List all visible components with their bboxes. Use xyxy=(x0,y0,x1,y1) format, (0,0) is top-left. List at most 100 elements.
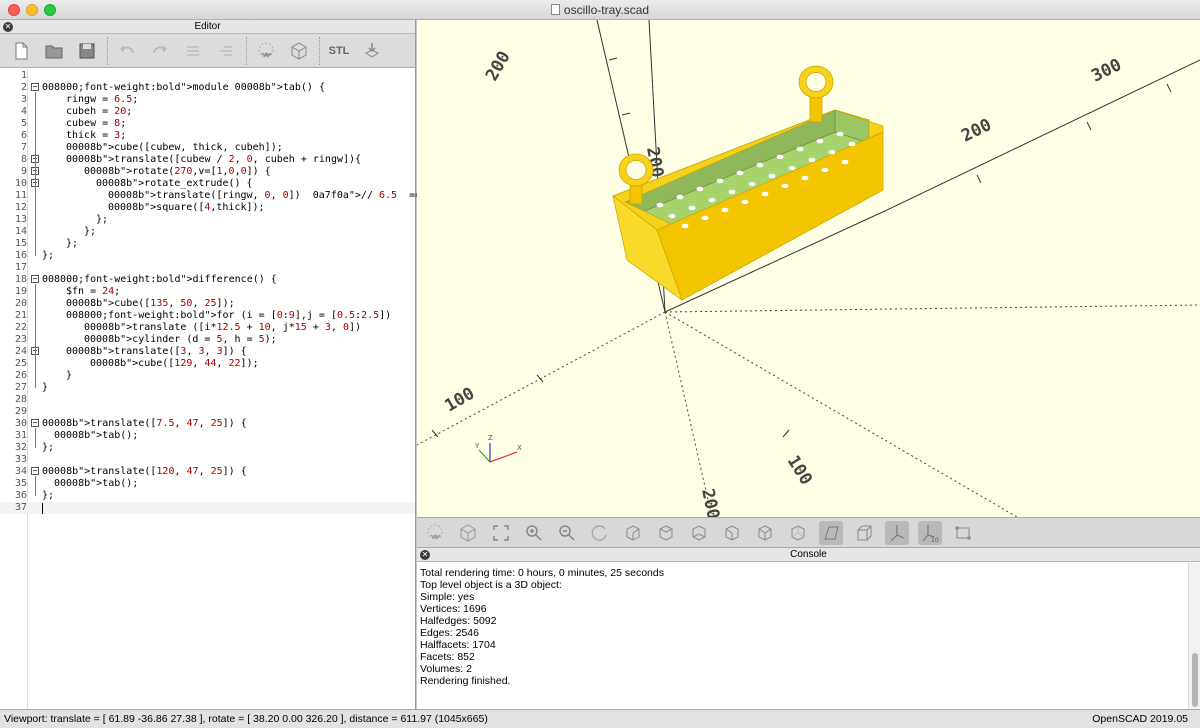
code-text: 00008b">translate([cubew / 2, 0, cubeh +… xyxy=(66,154,362,165)
line-number: 15 xyxy=(14,238,27,249)
view-front-button[interactable] xyxy=(753,521,777,545)
fold-toggle-icon[interactable]: − xyxy=(31,467,39,475)
redo-button[interactable] xyxy=(147,38,173,64)
editor-toolbar: STL xyxy=(0,34,415,68)
code-line[interactable]: 17 xyxy=(0,262,415,274)
save-file-button[interactable] xyxy=(74,38,100,64)
send-to-print-button[interactable] xyxy=(359,38,385,64)
new-file-button[interactable] xyxy=(8,38,34,64)
code-line[interactable]: 32}; xyxy=(0,442,415,454)
axis-line xyxy=(886,59,1200,211)
line-number: 34 xyxy=(14,466,27,477)
console-line: Volumes: 2 xyxy=(420,663,472,675)
view-render-button[interactable] xyxy=(456,521,480,545)
zoom-in-button[interactable] xyxy=(522,521,546,545)
code-line[interactable]: 20 00008b">cube([135, 50, 25]); xyxy=(0,298,415,310)
export-stl-button[interactable]: STL xyxy=(326,38,352,64)
code-line[interactable]: 12 00008b">square([4,thick]); xyxy=(0,202,415,214)
code-text: ringw = 6.5; xyxy=(66,94,139,105)
code-line[interactable]: 2−008000;font-weight:bold">module 00008b… xyxy=(0,82,415,94)
zoom-out-button[interactable] xyxy=(555,521,579,545)
cube-bottom-icon xyxy=(692,524,706,541)
code-line[interactable]: 3 ringw = 6.5; xyxy=(0,94,415,106)
preview-button[interactable] xyxy=(253,38,279,64)
view-top-button[interactable] xyxy=(654,521,678,545)
axis-tick xyxy=(621,112,631,116)
orthogonal-button[interactable] xyxy=(852,521,876,545)
code-line[interactable]: 1 xyxy=(0,70,415,82)
viewport-status: Viewport: translate = [ 61.89 -36.86 27.… xyxy=(4,713,488,725)
code-line[interactable]: 33 xyxy=(0,454,415,466)
code-line[interactable]: 19 $fn = 24; xyxy=(0,286,415,298)
console-close-icon[interactable]: ✕ xyxy=(420,550,430,560)
show-edges-button[interactable] xyxy=(951,521,975,545)
code-line[interactable]: 31 00008b">tab(); xyxy=(0,430,415,442)
fold-toggle-icon[interactable]: − xyxy=(31,83,39,91)
code-line[interactable]: 35 00008b">tab(); xyxy=(0,478,415,490)
view-left-button[interactable] xyxy=(720,521,744,545)
code-line[interactable]: 9−00008b">rotate(270,v=[1,0,0]) { xyxy=(0,166,415,178)
code-line[interactable]: 30−00008b">translate([7.5, 47, 25]) { xyxy=(0,418,415,430)
code-line[interactable]: 13}; xyxy=(0,214,415,226)
code-text: 00008b">translate([3, 3, 3]) { xyxy=(66,346,247,357)
code-line[interactable]: 4 cubeh = 20; xyxy=(0,106,415,118)
viewport-scene: 200 300 200 100 100 200 200 YZX xyxy=(417,20,1200,517)
perspective-button[interactable] xyxy=(819,520,843,545)
code-line[interactable]: 10−00008b">rotate_extrude() { xyxy=(0,178,415,190)
editor-header: ✕ Editor xyxy=(0,20,415,34)
3d-viewport[interactable]: 200 300 200 100 100 200 200 Y Z X xyxy=(417,20,1200,517)
console-scroll-thumb[interactable] xyxy=(1192,653,1198,707)
console-scrollbar[interactable] xyxy=(1188,563,1200,709)
view-all-button[interactable] xyxy=(489,521,513,545)
code-line[interactable]: 21 008000;font-weight:bold">for (i = [0:9… xyxy=(0,310,415,322)
unindent-button[interactable] xyxy=(180,38,206,64)
code-line[interactable]: 27} xyxy=(0,382,415,394)
editor-title: Editor xyxy=(194,21,221,32)
code-line[interactable]: 15}; xyxy=(0,238,415,250)
perspective-icon xyxy=(824,526,839,539)
code-text: 00008b">square([4,thick]); xyxy=(108,202,265,213)
console-line: Edges: 2546 xyxy=(420,627,479,639)
render-button[interactable] xyxy=(286,38,312,64)
view-bottom-button[interactable] xyxy=(687,521,711,545)
code-line[interactable]: 34−00008b">translate([120, 47, 25]) { xyxy=(0,466,415,478)
indent-button[interactable] xyxy=(213,38,239,64)
code-line[interactable]: 22 00008b">translate ([i*12.5 + 10, j*15 … xyxy=(0,322,415,334)
show-axes-button[interactable] xyxy=(885,520,909,545)
console-line: Halfedges: 5092 xyxy=(420,615,497,627)
code-line[interactable]: 28 xyxy=(0,394,415,406)
editor-close-icon[interactable]: ✕ xyxy=(3,22,13,32)
code-line[interactable]: 26} xyxy=(0,370,415,382)
undo-button[interactable] xyxy=(114,38,140,64)
code-line[interactable]: 37 xyxy=(0,502,415,514)
fold-toggle-icon[interactable]: − xyxy=(31,275,39,283)
code-editor[interactable]: 1 2−008000;font-weight:bold">module 00008… xyxy=(0,69,530,709)
code-line[interactable]: 24−00008b">translate([3, 3, 3]) { xyxy=(0,346,415,358)
view-back-button[interactable] xyxy=(786,521,810,545)
axis-tick xyxy=(1086,121,1092,131)
line-number: 37 xyxy=(14,502,27,513)
show-scale-markers-button[interactable]: 10 xyxy=(918,520,942,545)
view-preview-button[interactable] xyxy=(423,521,447,545)
line-number: 2 xyxy=(20,82,27,93)
code-line[interactable]: 14}; xyxy=(0,226,415,238)
code-line[interactable]: 29 xyxy=(0,406,415,418)
code-line[interactable]: 7 00008b">cube([cubew, thick, cubeh]); xyxy=(0,142,415,154)
cube-front-icon xyxy=(758,524,772,541)
code-line[interactable]: 36}; xyxy=(0,490,415,502)
code-line[interactable]: 25 00008b">cube([129, 44, 22]); xyxy=(0,358,415,370)
axis-tick xyxy=(431,429,439,438)
view-right-button[interactable] xyxy=(621,521,645,545)
fold-toggle-icon[interactable]: − xyxy=(31,419,39,427)
code-line[interactable]: 16}; xyxy=(0,250,415,262)
code-line[interactable]: 18−008000;font-weight:bold">difference()… xyxy=(0,274,415,286)
code-line[interactable]: 5 cubew = 8; xyxy=(0,118,415,130)
code-line[interactable]: 8−00008b">translate([cubew / 2, 0, cubeh… xyxy=(0,154,415,166)
code-text: }; xyxy=(84,226,97,237)
code-line[interactable]: 6 thick = 3; xyxy=(0,130,415,142)
reset-view-button[interactable] xyxy=(588,521,612,545)
save-icon xyxy=(79,43,95,58)
code-line[interactable]: 23 00008b">cylinder (d = 5, h = 5); xyxy=(0,334,415,346)
code-line[interactable]: 11 00008b">translate([ringw, 0, 0]) 0a7f0… xyxy=(0,190,530,202)
open-file-button[interactable] xyxy=(41,38,67,64)
